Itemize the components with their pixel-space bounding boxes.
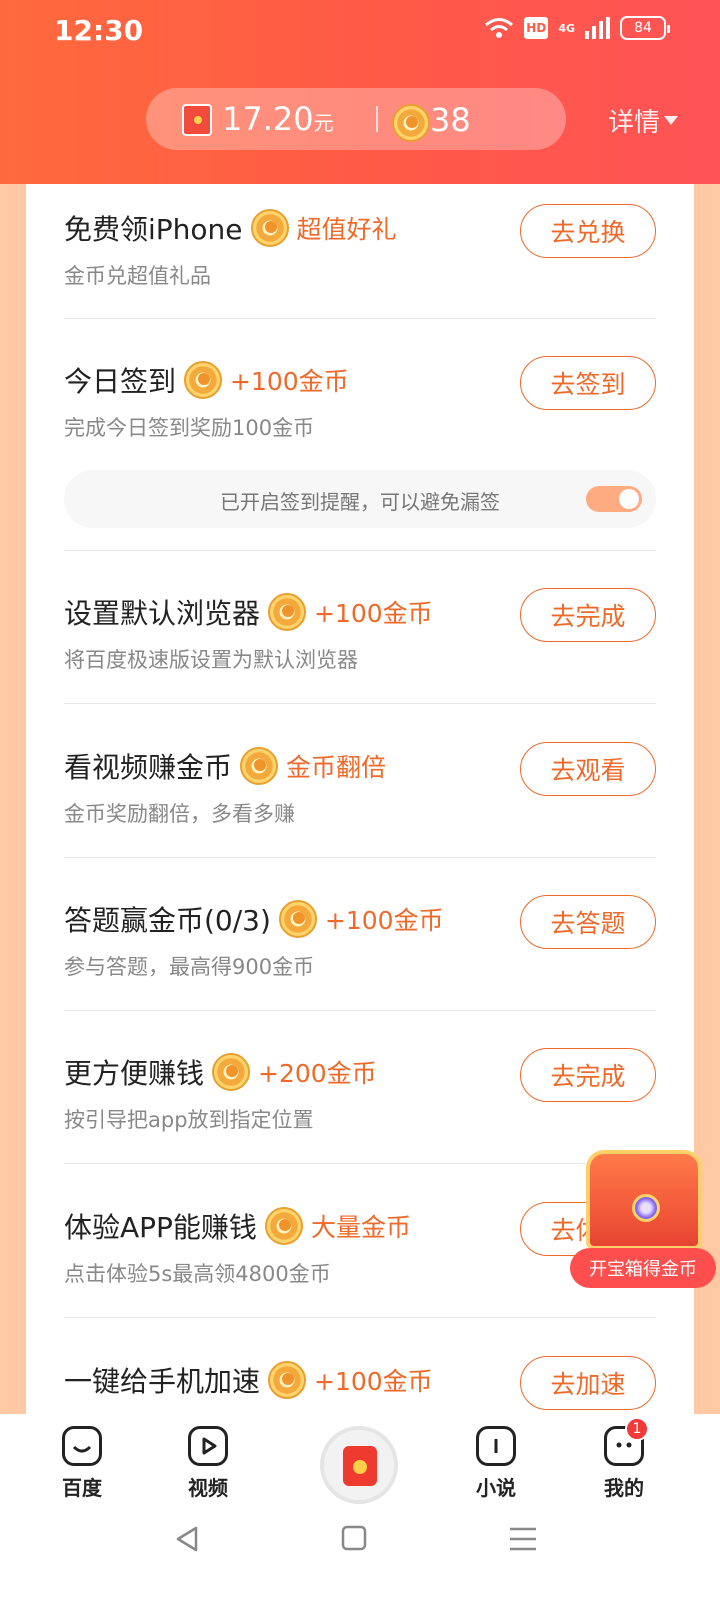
task-title: 今日签到 bbox=[64, 365, 177, 398]
profile-icon: 1 bbox=[604, 1417, 649, 1466]
coin-icon bbox=[184, 361, 223, 399]
complete-button[interactable]: 去完成 bbox=[520, 588, 656, 642]
hd-icon: HD bbox=[524, 17, 549, 39]
caret-down-icon bbox=[664, 116, 679, 125]
task-title: 一键给手机加速 bbox=[64, 1365, 261, 1398]
treasure-chest-icon bbox=[586, 1150, 702, 1250]
coin-icon bbox=[268, 1361, 307, 1399]
red-envelope-icon bbox=[343, 1446, 377, 1486]
red-envelope-button[interactable] bbox=[320, 1426, 398, 1504]
divider bbox=[64, 703, 656, 704]
divider bbox=[64, 550, 656, 551]
reminder-text: 已开启签到提醒，可以避免漏签 bbox=[220, 490, 500, 514]
coin-icon bbox=[240, 747, 279, 785]
task-subtitle: 完成今日签到奖励100金币 bbox=[64, 416, 315, 440]
task-title: 体验APP能赚钱 bbox=[64, 1211, 257, 1244]
nav-item-video[interactable]: 视频 bbox=[168, 1426, 248, 1501]
task-title: 答题赢金币(0/3) bbox=[64, 904, 271, 937]
detail-label: 详情 bbox=[608, 108, 661, 138]
checkin-button[interactable]: 去签到 bbox=[520, 356, 656, 410]
task-subtitle: 金币奖励翻倍，多看多赚 bbox=[64, 802, 295, 826]
treasure-chest-widget[interactable]: 开宝箱得金币 bbox=[570, 1150, 718, 1290]
exchange-button[interactable]: 去兑换 bbox=[520, 204, 656, 258]
task-reward: +100金币 bbox=[324, 906, 444, 935]
divider bbox=[64, 1317, 656, 1318]
status-icons: HD 4G 84 bbox=[484, 16, 670, 40]
divider bbox=[64, 857, 656, 858]
coin-icon bbox=[268, 593, 307, 631]
book-icon bbox=[476, 1426, 516, 1466]
task-subtitle: 点击体验5s最高领4800金币 bbox=[64, 1262, 331, 1286]
coin-icon bbox=[278, 900, 317, 938]
balance-pill[interactable]: 17.20元 38 bbox=[146, 88, 566, 150]
treasure-label: 开宝箱得金币 bbox=[570, 1248, 716, 1288]
task-title: 更方便赚钱 bbox=[64, 1057, 205, 1090]
task-title: 看视频赚金币 bbox=[64, 751, 233, 784]
wifi-icon bbox=[485, 18, 514, 38]
status-time: 12:30 bbox=[54, 14, 144, 47]
task-subtitle: 参与答题，最高得900金币 bbox=[64, 955, 315, 979]
nav-label: 我的 bbox=[604, 1476, 644, 1500]
smile-icon bbox=[62, 1426, 102, 1466]
coin-icon bbox=[264, 1207, 303, 1245]
notification-badge: 1 bbox=[625, 1417, 649, 1441]
divider bbox=[64, 318, 656, 319]
nav-label: 视频 bbox=[188, 1476, 228, 1500]
cash-amount: 17.20 bbox=[222, 100, 314, 138]
coin-icon bbox=[392, 104, 430, 142]
task-reward: +200金币 bbox=[258, 1059, 377, 1088]
back-icon[interactable] bbox=[172, 1524, 202, 1554]
status-bar: 12:30 HD 4G 84 bbox=[0, 0, 720, 62]
signal-icon bbox=[585, 17, 610, 39]
network-type: 4G bbox=[558, 21, 575, 35]
detail-link[interactable]: 详情 bbox=[608, 102, 679, 139]
gem-icon bbox=[632, 1194, 660, 1222]
bottom-nav: 百度 视频 小说 1 我的 bbox=[0, 1414, 720, 1600]
red-envelope-icon bbox=[182, 104, 212, 136]
task-subtitle: 将百度极速版设置为默认浏览器 bbox=[64, 648, 358, 672]
task-reward: +100金币 bbox=[314, 599, 433, 628]
divider bbox=[64, 1010, 656, 1011]
header: 12:30 HD 4G 84 17.20元 38 详情 bbox=[0, 0, 720, 184]
task-title: 设置默认浏览器 bbox=[64, 597, 261, 630]
task-reward: 超值好礼 bbox=[296, 215, 397, 244]
coin-count: 38 bbox=[430, 101, 471, 139]
task-subtitle: 金币兑超值礼品 bbox=[64, 264, 211, 288]
task-subtitle: 按引导把app放到指定位置 bbox=[64, 1108, 314, 1132]
speedup-button[interactable]: 去加速 bbox=[520, 1356, 656, 1410]
divider bbox=[64, 1163, 656, 1164]
task-reward: +100金币 bbox=[230, 367, 349, 396]
nav-item-baidu[interactable]: 百度 bbox=[42, 1426, 122, 1501]
home-icon[interactable] bbox=[340, 1524, 368, 1552]
task-reward: 大量金币 bbox=[310, 1213, 411, 1242]
task-reward: +100金币 bbox=[314, 1367, 433, 1396]
complete-button[interactable]: 去完成 bbox=[520, 1048, 656, 1102]
battery-icon: 84 bbox=[620, 16, 670, 40]
nav-label: 百度 bbox=[62, 1476, 102, 1500]
coin-icon bbox=[250, 209, 289, 247]
watch-button[interactable]: 去观看 bbox=[520, 742, 656, 796]
coin-icon bbox=[212, 1053, 251, 1091]
task-title: 免费领iPhone bbox=[64, 213, 243, 246]
reminder-toggle[interactable] bbox=[586, 486, 642, 512]
checkin-reminder: 已开启签到提醒，可以避免漏签 bbox=[64, 470, 656, 528]
play-icon bbox=[188, 1426, 228, 1466]
divider bbox=[376, 106, 378, 132]
answer-button[interactable]: 去答题 bbox=[520, 895, 656, 949]
menu-icon[interactable] bbox=[508, 1524, 538, 1554]
nav-item-novel[interactable]: 小说 bbox=[456, 1426, 536, 1501]
cash-balance: 17.20元 bbox=[222, 100, 334, 138]
task-reward: 金币翻倍 bbox=[286, 753, 387, 782]
nav-item-mine[interactable]: 1 我的 bbox=[584, 1417, 664, 1501]
cash-unit: 元 bbox=[313, 111, 334, 135]
nav-label: 小说 bbox=[476, 1476, 516, 1500]
